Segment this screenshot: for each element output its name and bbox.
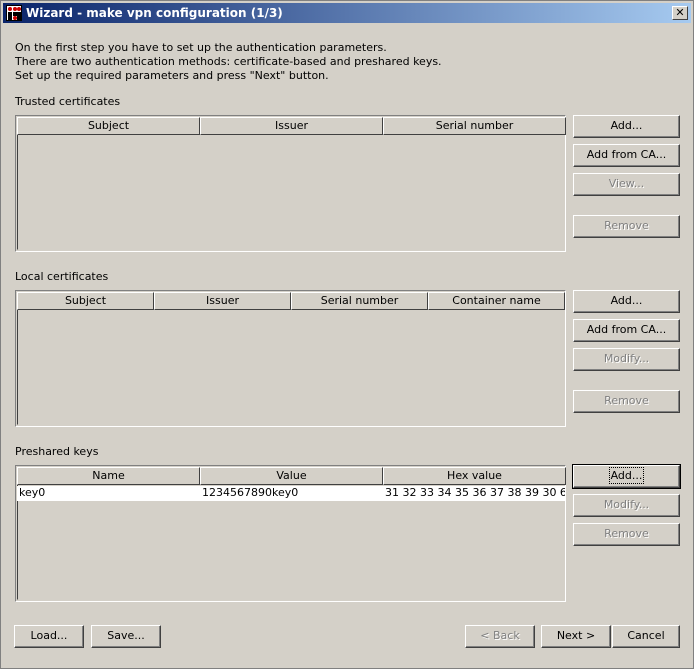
trusted-remove-button[interactable]: Remove xyxy=(573,215,680,238)
preshared-keys-label: Preshared keys xyxy=(15,445,99,458)
wizard-window: Wizard - make vpn configuration (1/3) ✕ … xyxy=(0,0,694,669)
preshared-add-button[interactable]: Add... xyxy=(572,464,681,489)
intro-line-2: There are two authentication methods: ce… xyxy=(15,55,442,68)
cancel-button[interactable]: Cancel xyxy=(612,625,680,648)
close-icon: ✕ xyxy=(675,6,685,19)
key-value-cell: 1234567890key0 xyxy=(200,486,383,501)
trusted-add-button[interactable]: Add... xyxy=(573,115,680,138)
column-header-container-name[interactable]: Container name xyxy=(428,292,565,310)
column-header-serial-number[interactable]: Serial number xyxy=(383,117,566,135)
trusted-add-from-ca-button[interactable]: Add from CA... xyxy=(573,144,680,167)
local-add-button[interactable]: Add... xyxy=(573,290,680,313)
trusted-view-button[interactable]: View... xyxy=(573,173,680,196)
preshared-keys-list[interactable]: Name Value Hex value key0 1234567890key0… xyxy=(15,465,566,602)
next-button[interactable]: Next > xyxy=(541,625,611,648)
key-hex-cell: 31 32 33 34 35 36 37 38 39 30 6b ... xyxy=(383,486,566,501)
local-remove-button[interactable]: Remove xyxy=(573,390,680,413)
load-button[interactable]: Load... xyxy=(14,625,84,648)
save-button[interactable]: Save... xyxy=(91,625,161,648)
column-header-value[interactable]: Value xyxy=(200,467,383,485)
app-icon xyxy=(6,5,22,21)
local-modify-button[interactable]: Modify... xyxy=(573,348,680,371)
close-button[interactable]: ✕ xyxy=(672,6,688,20)
column-header-name[interactable]: Name xyxy=(17,467,200,485)
key-name-cell: key0 xyxy=(17,486,200,501)
preshared-modify-button[interactable]: Modify... xyxy=(573,494,680,517)
trusted-certificates-label: Trusted certificates xyxy=(15,95,121,108)
table-row[interactable]: key0 1234567890key0 31 32 33 34 35 36 37… xyxy=(17,486,566,501)
local-certificates-label: Local certificates xyxy=(15,270,109,283)
column-header-subject[interactable]: Subject xyxy=(17,292,154,310)
column-header-issuer[interactable]: Issuer xyxy=(154,292,291,310)
title-bar: Wizard - make vpn configuration (1/3) ✕ xyxy=(3,3,691,23)
intro-line-3: Set up the required parameters and press… xyxy=(15,69,329,82)
intro-line-1: On the first step you have to set up the… xyxy=(15,41,387,54)
local-add-from-ca-button[interactable]: Add from CA... xyxy=(573,319,680,342)
intro-text: On the first step you have to set up the… xyxy=(15,41,442,83)
preshared-remove-button[interactable]: Remove xyxy=(573,523,680,546)
back-button[interactable]: < Back xyxy=(465,625,535,648)
local-certificates-list[interactable]: Subject Issuer Serial number Container n… xyxy=(15,290,566,427)
column-header-subject[interactable]: Subject xyxy=(17,117,200,135)
window-title: Wizard - make vpn configuration (1/3) xyxy=(26,6,283,20)
trusted-certificates-list[interactable]: Subject Issuer Serial number xyxy=(15,115,566,252)
column-header-issuer[interactable]: Issuer xyxy=(200,117,383,135)
column-header-hex-value[interactable]: Hex value xyxy=(383,467,566,485)
column-header-serial-number[interactable]: Serial number xyxy=(291,292,428,310)
